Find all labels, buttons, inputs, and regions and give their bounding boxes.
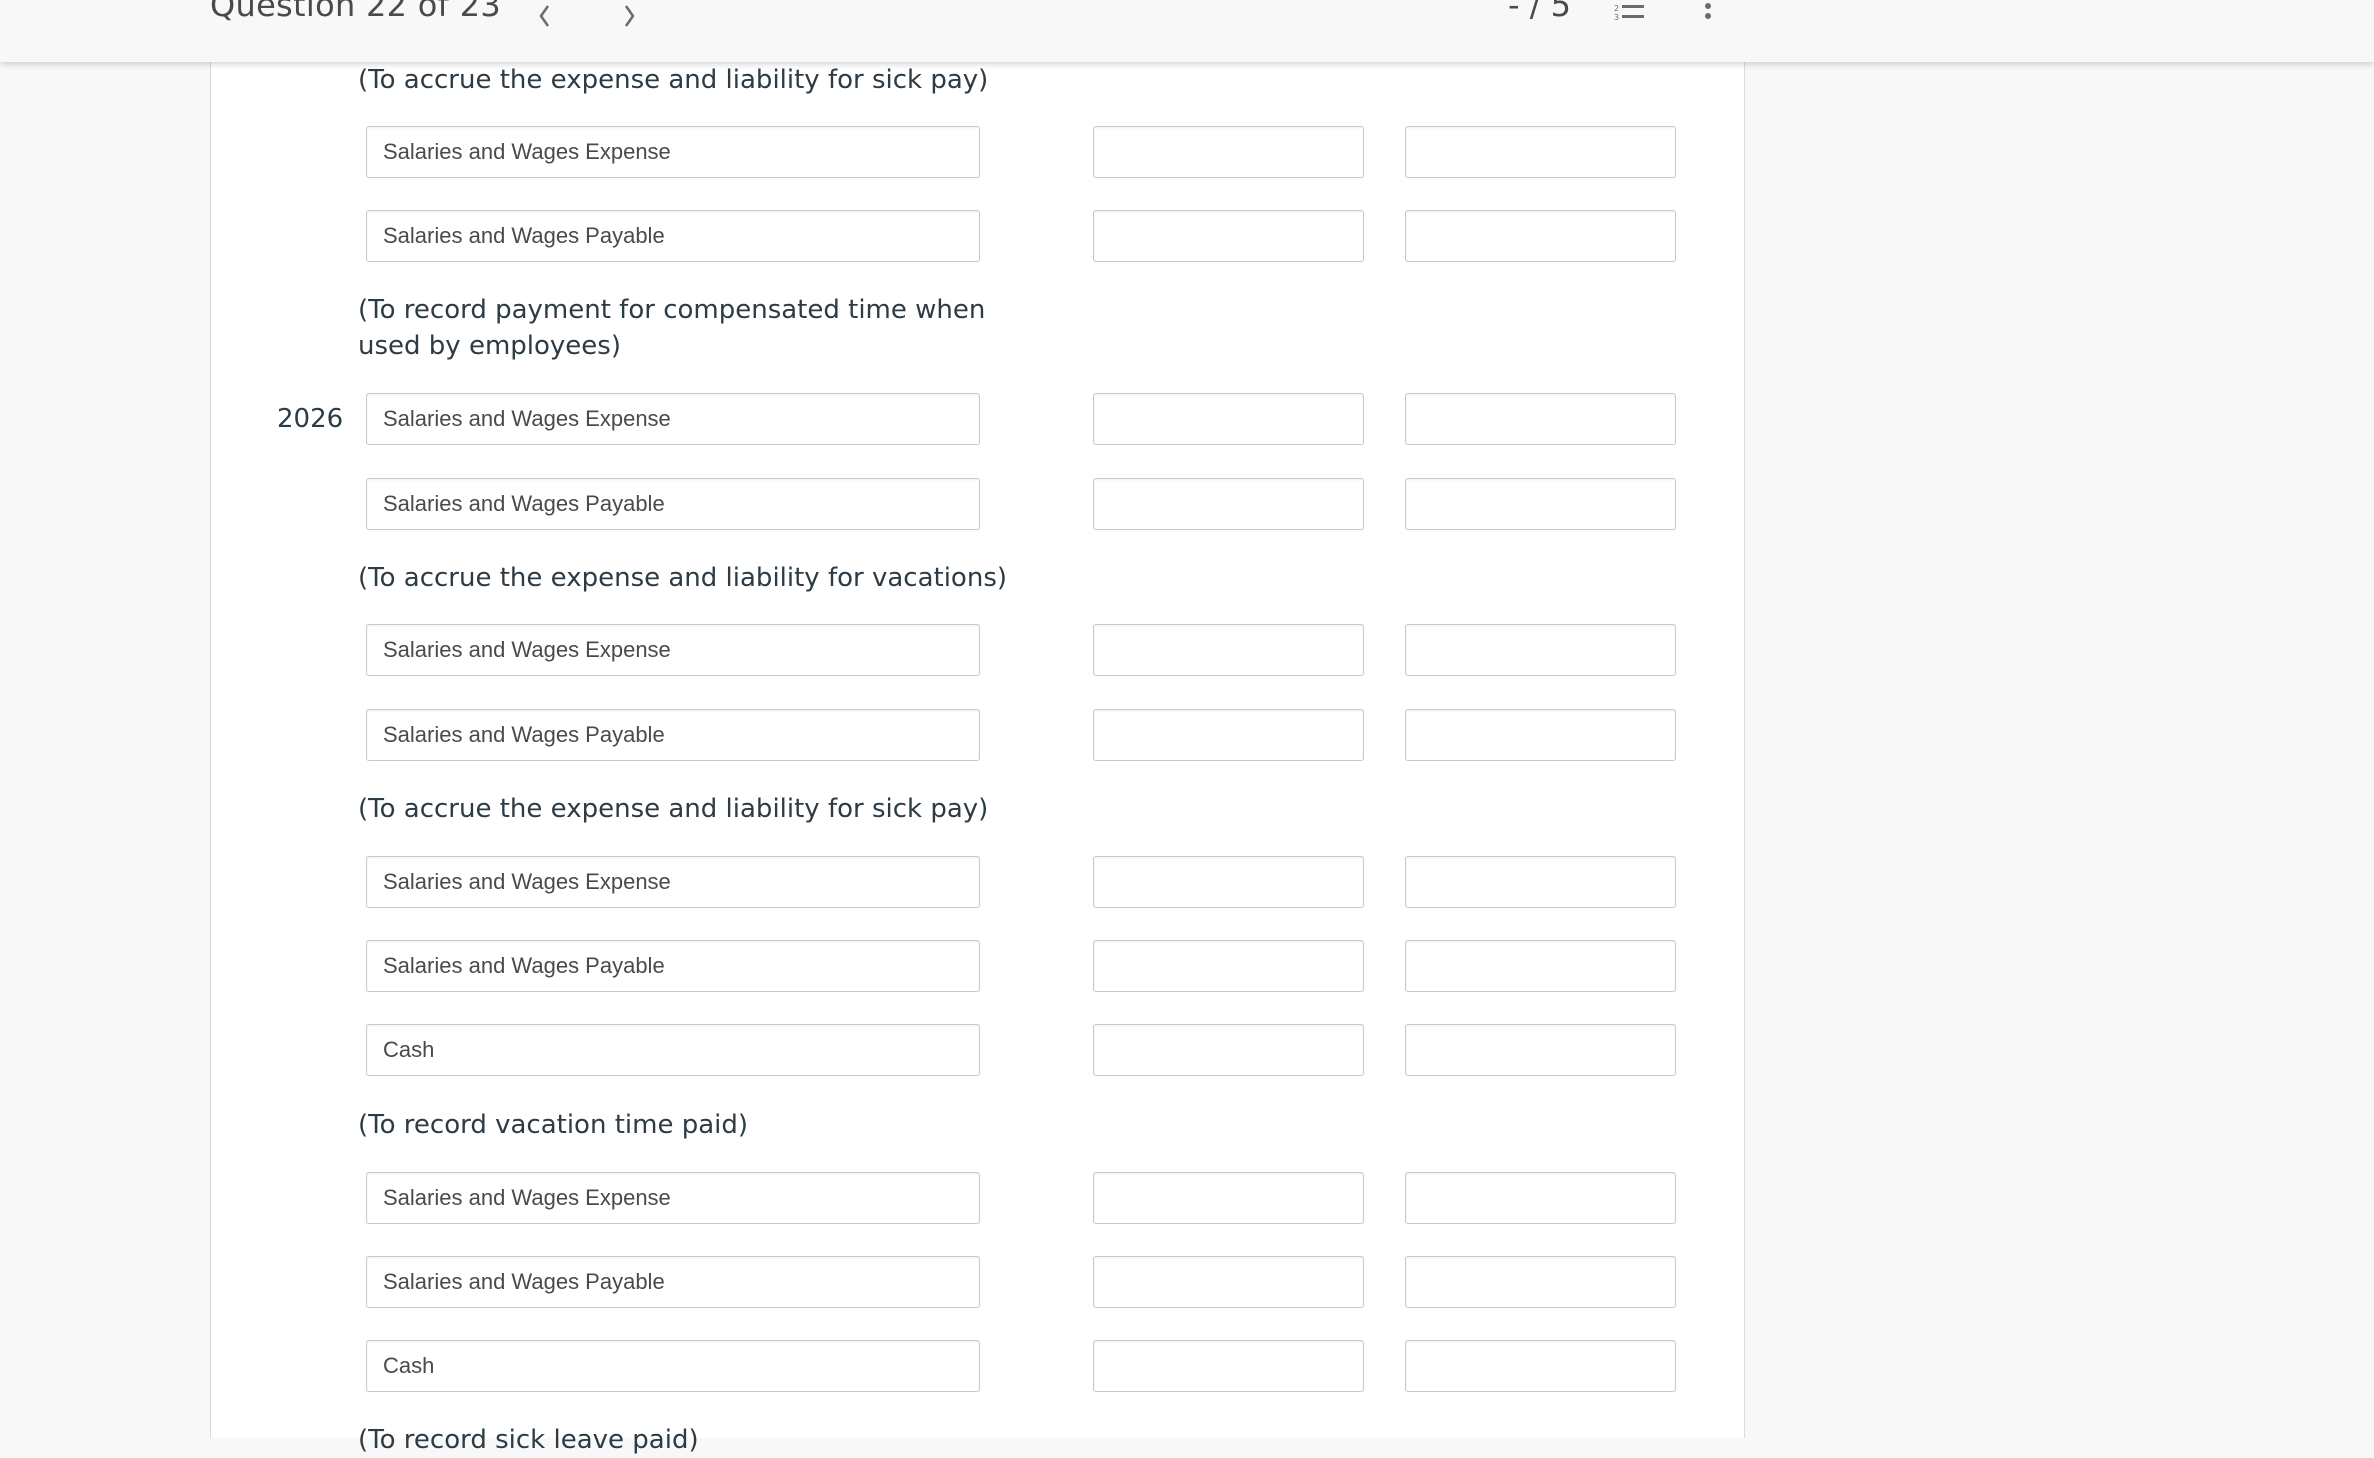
account-field[interactable] <box>366 709 980 761</box>
debit-field[interactable] <box>1093 393 1364 445</box>
entry-caption: (To record vacation time paid) <box>358 1110 749 1140</box>
debit-field[interactable] <box>1093 1024 1364 1076</box>
previous-question-button[interactable] <box>530 0 560 40</box>
credit-field[interactable] <box>1405 1340 1676 1392</box>
svg-text:3: 3 <box>1614 13 1619 22</box>
debit-field[interactable] <box>1093 1256 1364 1308</box>
score-display: - / 5 <box>1508 0 1572 24</box>
debit-field[interactable] <box>1093 940 1364 992</box>
credit-field[interactable] <box>1405 856 1676 908</box>
credit-field[interactable] <box>1405 709 1676 761</box>
debit-field[interactable] <box>1093 624 1364 676</box>
account-field[interactable] <box>366 856 980 908</box>
entry-caption: (To accrue the expense and liability for… <box>358 65 989 95</box>
credit-field[interactable] <box>1405 1172 1676 1224</box>
account-field[interactable] <box>366 1024 980 1076</box>
account-field[interactable] <box>366 624 980 676</box>
question-list-button[interactable]: 2 3 <box>1614 2 1650 22</box>
account-field[interactable] <box>366 940 980 992</box>
more-options-button[interactable] <box>1700 0 1716 24</box>
entry-caption: (To record payment for compensated time … <box>358 295 986 361</box>
account-field[interactable] <box>366 210 980 262</box>
credit-field[interactable] <box>1405 940 1676 992</box>
account-field[interactable] <box>366 1172 980 1224</box>
credit-field[interactable] <box>1405 478 1676 530</box>
entry-caption: (To record sick leave paid) <box>358 1425 699 1455</box>
debit-field[interactable] <box>1093 1340 1364 1392</box>
quiz-header: Question 22 of 23 - / 5 2 3 <box>0 0 2374 62</box>
debit-field[interactable] <box>1093 478 1364 530</box>
debit-field[interactable] <box>1093 126 1364 178</box>
more-vertical-icon <box>1705 3 1711 19</box>
entry-caption: (To accrue the expense and liability for… <box>358 563 1008 593</box>
svg-text:2: 2 <box>1614 4 1619 13</box>
account-field[interactable] <box>366 126 980 178</box>
chevron-left-icon <box>539 5 550 27</box>
numbered-list-icon: 2 3 <box>1614 4 1644 22</box>
account-field[interactable] <box>366 393 980 445</box>
question-counter: Question 22 of 23 <box>210 0 502 24</box>
debit-field[interactable] <box>1093 709 1364 761</box>
credit-field[interactable] <box>1405 210 1676 262</box>
debit-field[interactable] <box>1093 856 1364 908</box>
chevron-right-icon <box>624 5 635 27</box>
credit-field[interactable] <box>1405 1256 1676 1308</box>
credit-field[interactable] <box>1405 1024 1676 1076</box>
credit-field[interactable] <box>1405 624 1676 676</box>
entry-date: 2026 <box>277 404 344 434</box>
entry-caption: (To accrue the expense and liability for… <box>358 794 989 824</box>
account-field[interactable] <box>366 1256 980 1308</box>
credit-field[interactable] <box>1405 126 1676 178</box>
debit-field[interactable] <box>1093 210 1364 262</box>
account-field[interactable] <box>366 1340 980 1392</box>
account-field[interactable] <box>366 478 980 530</box>
next-question-button[interactable] <box>614 0 644 40</box>
debit-field[interactable] <box>1093 1172 1364 1224</box>
credit-field[interactable] <box>1405 393 1676 445</box>
